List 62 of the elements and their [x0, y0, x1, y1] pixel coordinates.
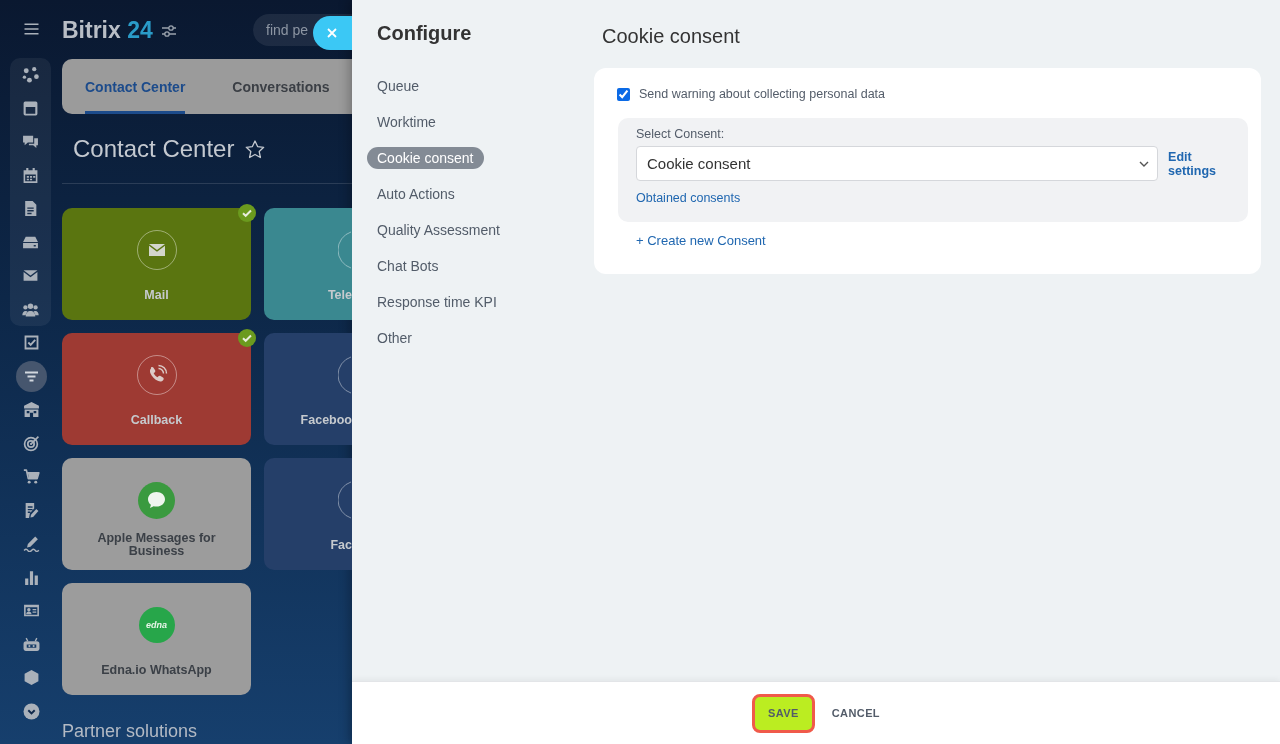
document-icon[interactable]: [22, 200, 39, 218]
nav-item[interactable]: Worktime: [367, 111, 446, 133]
obtained-consents-link[interactable]: Obtained consents: [636, 190, 741, 206]
tile-label: Edna.io WhatsApp: [101, 663, 212, 677]
task-icon[interactable]: [22, 334, 40, 352]
filter-icon[interactable]: [15, 360, 47, 392]
section-title: Cookie consent: [602, 24, 740, 48]
panel-title: Configure: [377, 21, 472, 45]
tile-label: Tele: [327, 288, 352, 302]
menu-icon[interactable]: [22, 22, 40, 36]
nav-item[interactable]: Other: [367, 327, 422, 349]
chevron-down-icon[interactable]: [22, 702, 40, 720]
edit-link[interactable]: Edit settings: [1168, 149, 1216, 178]
signature-icon[interactable]: [22, 535, 40, 553]
calendar-icon[interactable]: [22, 166, 39, 184]
page-title: Contact Center: [73, 134, 235, 163]
chevron-down-icon: [1139, 160, 1150, 167]
channel-tile[interactable]: edna Edna.io WhatsApp: [62, 583, 251, 695]
nodes-icon[interactable]: [22, 66, 39, 84]
checkbox-label: Send warning about collecting personal data: [639, 87, 885, 101]
ring-icon: [338, 355, 352, 395]
envelope-icon: [136, 230, 177, 270]
sliders-icon[interactable]: [161, 25, 176, 37]
checkbox[interactable]: [617, 87, 630, 101]
bar-chart-icon[interactable]: [22, 568, 40, 586]
close-icon: [326, 28, 337, 38]
tile-label: Apple Messages for Business: [96, 532, 217, 558]
robot-icon[interactable]: [22, 635, 40, 653]
consent-dropdown[interactable]: Cookie consent: [636, 146, 1159, 181]
nav-item[interactable]: Chat Bots: [367, 255, 449, 277]
create-consent-link[interactable]: + Create new Consent: [636, 233, 766, 249]
tile-label: Fac: [330, 538, 352, 552]
nav-item[interactable]: Queue: [367, 75, 430, 97]
target-icon[interactable]: [22, 434, 40, 452]
app-logo: Bitrix 24: [62, 16, 153, 43]
tile-label: Mail: [144, 288, 169, 302]
tile-label: Callback: [130, 413, 183, 427]
cart-icon[interactable]: [22, 468, 40, 486]
section-heading: Partner solutions: [62, 721, 198, 741]
save-button[interactable]: SAVE: [752, 693, 815, 733]
channel-tile[interactable]: Faceboo: [264, 333, 352, 445]
nav-item[interactable]: Quality Assessment: [367, 219, 510, 241]
channel-tile[interactable]: Apple Messages for Business: [62, 458, 251, 570]
tile-label: Faceboo: [300, 413, 352, 427]
chat-bubble-icon: [138, 481, 175, 519]
close-button[interactable]: [313, 16, 352, 50]
tab[interactable]: Contact Center: [85, 59, 186, 114]
building-icon[interactable]: [22, 401, 40, 419]
tab[interactable]: Conversations: [232, 59, 330, 114]
ring-icon: [338, 230, 352, 270]
nav-item[interactable]: Response time KPI: [367, 291, 507, 313]
nav-item[interactable]: Cookie consent: [367, 147, 484, 169]
nav-item[interactable]: Auto Actions: [367, 183, 465, 205]
channel-tile[interactable]: Fac: [264, 458, 352, 570]
phone-icon: [136, 355, 177, 395]
ring-icon: [338, 480, 352, 520]
cancel-button[interactable]: CANCEL: [831, 707, 880, 719]
cube-icon[interactable]: [22, 669, 40, 687]
tile-logo: edna: [138, 607, 175, 643]
window-icon[interactable]: [22, 99, 39, 117]
field-label: Select Consent:: [636, 126, 725, 142]
star-icon[interactable]: [245, 139, 266, 159]
